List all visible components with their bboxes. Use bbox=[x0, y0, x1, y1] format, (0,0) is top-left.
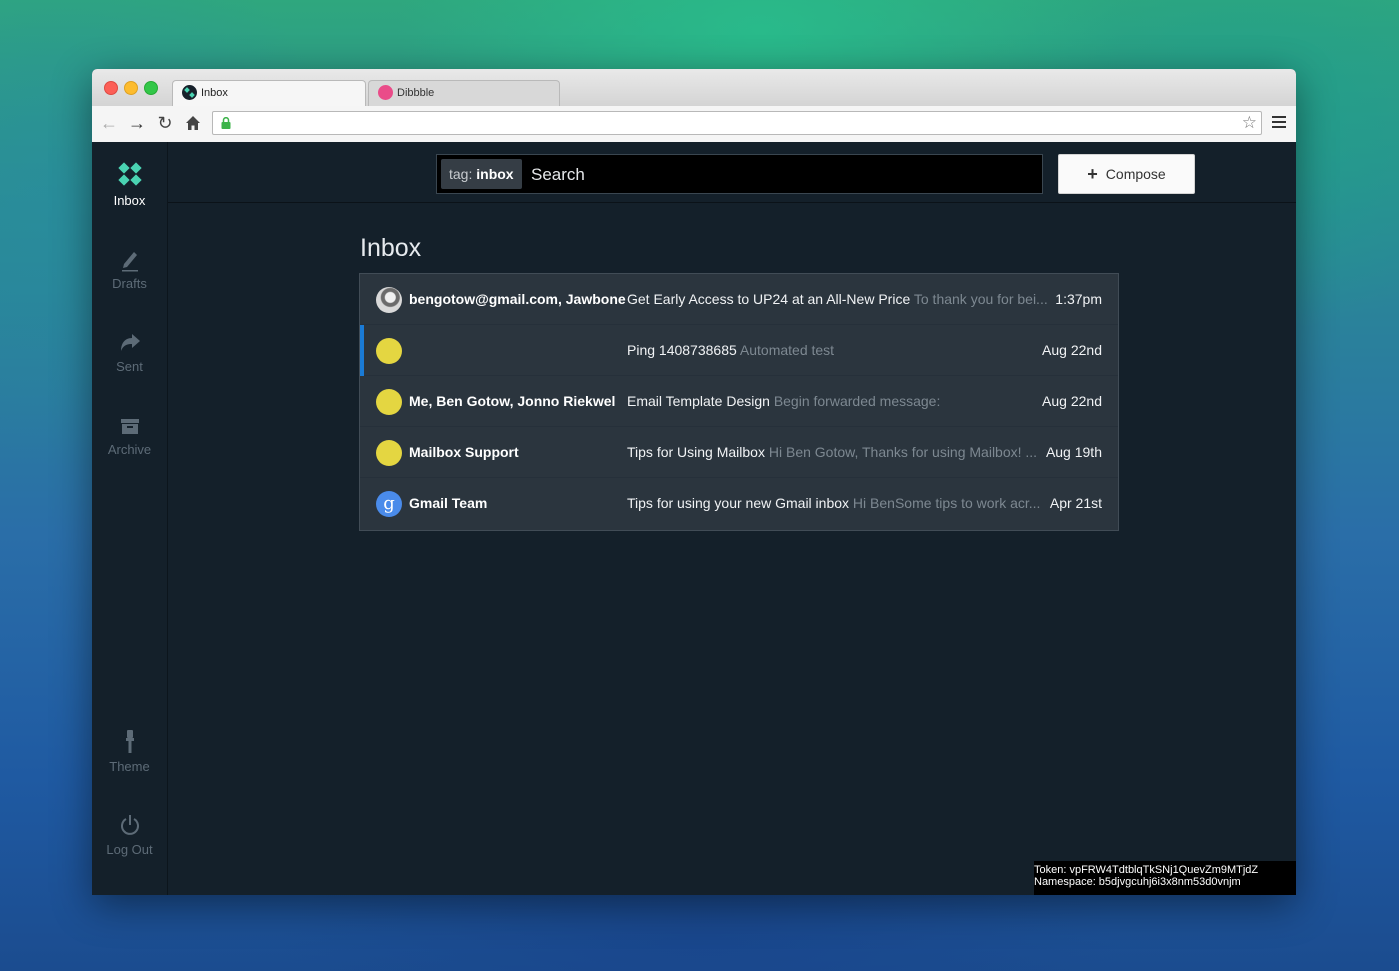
thread-row[interactable]: Me, Ben Gotow, Jonno Riekwel Email Templ… bbox=[360, 376, 1118, 427]
window-close-button[interactable] bbox=[104, 81, 118, 95]
thread-snippet: Hi Ben Gotow, Thanks for using Mailbox! … bbox=[768, 444, 1038, 460]
sidebar-item-label: Inbox bbox=[113, 193, 146, 208]
avatar bbox=[376, 440, 402, 466]
page-title: Inbox bbox=[360, 234, 422, 262]
thread-participants: Me, Ben Gotow, Jonno Riekwel bbox=[409, 393, 616, 409]
browser-titlebar: Inbox Dibbble bbox=[92, 69, 1296, 106]
app-topbar: tag: inbox + Compose bbox=[168, 142, 1296, 203]
debug-namespace: Namespace: b5djvgcuhj6i3x8nm53d0vnjm bbox=[1034, 876, 1241, 888]
lock-icon bbox=[221, 117, 231, 129]
back-arrow-icon[interactable]: ← bbox=[98, 112, 120, 134]
browser-toolbar: ← → ↻ ☆ bbox=[92, 106, 1296, 143]
thread-subject: Tips for using your new Gmail inbox bbox=[627, 495, 850, 511]
sidebar-item-drafts[interactable]: Drafts bbox=[92, 245, 167, 291]
thread-date: Apr 21st bbox=[1049, 495, 1102, 511]
thread-participants: bengotow@gmail.com, Jawbone bbox=[409, 291, 626, 307]
thread-participants: Gmail Team bbox=[409, 495, 488, 511]
dribbble-favicon-icon bbox=[378, 85, 393, 100]
thread-row[interactable]: Mailbox Support Tips for Using Mailbox H… bbox=[360, 427, 1118, 478]
thread-subject: Get Early Access to UP24 at an All-New P… bbox=[627, 291, 911, 307]
thread-subject: Email Template Design bbox=[627, 393, 770, 409]
search-input[interactable] bbox=[529, 159, 1033, 191]
compose-label: Compose bbox=[1105, 166, 1166, 182]
thread-participants: Mailbox Support bbox=[409, 444, 519, 460]
debug-token-panel: Token: vpFRW4TdtblqTkSNj1QuevZm9MTjdZ Na… bbox=[1034, 861, 1296, 895]
address-bar[interactable]: ☆ bbox=[212, 111, 1262, 135]
home-icon[interactable] bbox=[182, 112, 204, 134]
pencil-icon bbox=[121, 252, 138, 272]
thread-date: Aug 22nd bbox=[1042, 342, 1102, 358]
brush-icon bbox=[125, 730, 134, 753]
thread-list: bengotow@gmail.com, Jawbone Get Early Ac… bbox=[359, 273, 1119, 531]
power-icon bbox=[120, 815, 139, 835]
avatar bbox=[376, 287, 402, 313]
sidebar-item-label: Archive bbox=[107, 442, 152, 457]
browser-tab-dribbble[interactable]: Dibbble bbox=[368, 80, 560, 106]
thread-date: 1:37pm bbox=[1055, 291, 1102, 307]
avatar bbox=[376, 338, 402, 364]
forward-arrow-icon[interactable]: → bbox=[126, 112, 148, 134]
sidebar-item-label: Sent bbox=[116, 359, 143, 374]
thread-snippet: Hi BenSome tips to work acr... bbox=[852, 495, 1041, 511]
sidebar-item-logout[interactable]: Log Out bbox=[92, 811, 167, 857]
bookmark-star-icon[interactable]: ☆ bbox=[1242, 113, 1257, 133]
browser-menu-icon[interactable] bbox=[1272, 116, 1286, 130]
sidebar-item-archive[interactable]: Archive bbox=[92, 411, 167, 457]
plus-icon: + bbox=[1087, 164, 1098, 184]
thread-snippet: Automated test bbox=[739, 342, 835, 358]
debug-token: Token: vpFRW4TdtblqTkSNj1QuevZm9MTjdZ bbox=[1034, 864, 1259, 876]
sidebar-item-label: Drafts bbox=[112, 276, 147, 291]
thread-subject: Tips for Using Mailbox bbox=[627, 444, 765, 460]
sidebar-item-label: Theme bbox=[109, 759, 150, 774]
thread-subject: Ping 1408738685 bbox=[627, 342, 737, 358]
thread-snippet: Begin forwarded message: bbox=[773, 393, 941, 409]
sidebar-item-sent[interactable]: Sent bbox=[92, 328, 167, 374]
inbox-app-favicon-icon bbox=[182, 85, 197, 100]
search-tag-chip[interactable]: tag: inbox bbox=[441, 159, 522, 189]
app-area: Inbox Drafts Sent Archive Theme Log Out … bbox=[92, 142, 1296, 895]
thread-row[interactable]: g Gmail Team Tips for using your new Gma… bbox=[360, 478, 1118, 529]
browser-window: Inbox Dibbble ← → ↻ ☆ Inbox Drafts Sent … bbox=[92, 69, 1296, 895]
sidebar: Inbox Drafts Sent Archive Theme Log Out bbox=[92, 142, 168, 895]
sidebar-item-inbox[interactable]: Inbox bbox=[92, 162, 167, 208]
sidebar-item-label: Log Out bbox=[106, 842, 153, 857]
tab-label: Inbox bbox=[201, 87, 228, 99]
thread-date: Aug 19th bbox=[1045, 444, 1102, 460]
compose-button[interactable]: + Compose bbox=[1058, 154, 1195, 194]
thread-row[interactable]: bengotow@gmail.com, Jawbone Get Early Ac… bbox=[360, 274, 1118, 325]
google-avatar-icon: g bbox=[376, 491, 402, 517]
tag-value: inbox bbox=[476, 166, 514, 182]
avatar bbox=[376, 389, 402, 415]
thread-row[interactable]: Ping 1408738685 Automated test Aug 22nd bbox=[360, 325, 1118, 376]
share-arrow-icon bbox=[120, 334, 140, 351]
browser-tab-inbox[interactable]: Inbox bbox=[172, 80, 366, 106]
tag-prefix: tag: bbox=[449, 166, 473, 182]
archive-box-icon bbox=[120, 419, 139, 434]
thread-snippet: To thank you for bei... bbox=[913, 291, 1048, 307]
inbox-logo-icon bbox=[117, 162, 143, 190]
tab-label: Dibbble bbox=[397, 87, 435, 99]
thread-date: Aug 22nd bbox=[1042, 393, 1102, 409]
sidebar-item-theme[interactable]: Theme bbox=[92, 728, 167, 774]
search-bar[interactable]: tag: inbox bbox=[436, 154, 1043, 194]
window-maximize-button[interactable] bbox=[144, 81, 158, 95]
window-minimize-button[interactable] bbox=[124, 81, 138, 95]
reload-icon[interactable]: ↻ bbox=[154, 112, 176, 134]
